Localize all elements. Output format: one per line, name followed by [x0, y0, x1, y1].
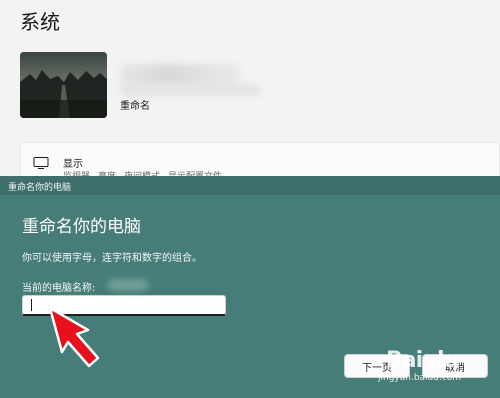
dialog-titlebar[interactable]: 重命名你的电脑	[0, 176, 500, 195]
monitor-icon	[33, 157, 49, 169]
display-settings-row[interactable]: 显示 监视器亮度夜间模式显示配置文件	[20, 142, 500, 182]
page-title: 系统	[20, 10, 60, 34]
next-button[interactable]: 下一页	[344, 354, 410, 378]
red-pointer-arrow-icon	[48, 306, 100, 368]
current-name-redacted	[108, 279, 148, 291]
wallpaper-image	[20, 52, 107, 118]
pc-name-redacted	[120, 64, 240, 86]
current-name-label: 当前的电脑名称:	[22, 283, 96, 294]
text-caret	[31, 299, 32, 311]
pc-model-redacted	[120, 84, 260, 96]
pc-card: 重命名	[20, 52, 500, 122]
display-title: 显示	[63, 159, 83, 170]
dialog-window-title: 重命名你的电脑	[8, 183, 72, 193]
desktop-wallpaper-thumbnail[interactable]	[20, 52, 107, 118]
dialog-heading: 重命名你的电脑	[22, 217, 141, 237]
dialog-description: 你可以使用字母，连字符和数字的组合。	[22, 253, 202, 264]
rename-link[interactable]: 重命名	[120, 97, 150, 112]
cancel-button[interactable]: 取消	[422, 354, 488, 378]
